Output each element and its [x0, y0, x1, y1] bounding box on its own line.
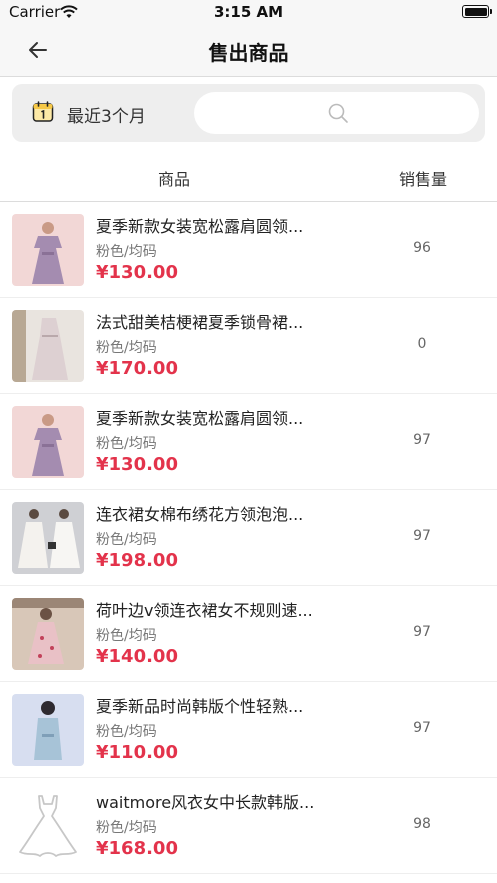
sales-count: 97 — [413, 624, 431, 640]
product-image — [12, 214, 84, 286]
product-title: 夏季新款女装宽松露肩圆领... — [96, 217, 304, 236]
product-price: ¥140.00 — [96, 646, 178, 667]
product-title: waitmore风衣女中长款韩版... — [96, 793, 315, 812]
product-price: ¥130.00 — [96, 262, 178, 283]
product-price: ¥130.00 — [96, 454, 178, 475]
product-list: 夏季新款女装宽松露肩圆领... 粉色/均码 ¥130.00 96 法式甜美桔梗裙… — [0, 202, 497, 874]
product-price: ¥168.00 — [96, 838, 178, 859]
list-item[interactable]: 夏季新品时尚韩版个性轻熟... 粉色/均码 ¥110.00 97 — [0, 682, 497, 778]
page-title: 售出商品 — [208, 41, 289, 65]
sales-count: 96 — [413, 240, 431, 256]
calendar-icon[interactable] — [32, 101, 54, 127]
product-spec: 粉色/均码 — [96, 436, 157, 452]
sales-count: 98 — [413, 816, 431, 832]
product-price: ¥198.00 — [96, 550, 178, 571]
column-header-goods: 商品 — [158, 170, 191, 189]
sales-count: 97 — [413, 432, 431, 448]
product-image — [12, 310, 84, 382]
product-price: ¥170.00 — [96, 358, 178, 379]
table-header: 商品 销售量 — [0, 152, 497, 202]
product-title: 夏季新款女装宽松露肩圆领... — [96, 409, 304, 428]
list-item[interactable]: 夏季新款女装宽松露肩圆领... 粉色/均码 ¥130.00 97 — [0, 394, 497, 490]
product-spec: 粉色/均码 — [96, 628, 157, 644]
product-title: 夏季新品时尚韩版个性轻熟... — [96, 697, 304, 716]
list-item[interactable]: 法式甜美桔梗裙夏季锁骨裙... 粉色/均码 ¥170.00 0 — [0, 298, 497, 394]
column-header-sales: 销售量 — [399, 170, 448, 189]
product-image — [12, 694, 84, 766]
product-price: ¥110.00 — [96, 742, 178, 763]
product-title: 法式甜美桔梗裙夏季锁骨裙... — [96, 313, 304, 332]
product-spec: 粉色/均码 — [96, 724, 157, 740]
product-image — [12, 598, 84, 670]
dress-placeholder-icon — [12, 790, 84, 862]
product-spec: 粉色/均码 — [96, 244, 157, 260]
battery-icon — [462, 5, 492, 18]
list-item[interactable]: waitmore风衣女中长款韩版... 粉色/均码 ¥168.00 98 — [0, 778, 497, 874]
product-title: 连衣裙女棉布绣花方领泡泡... — [96, 505, 304, 524]
sales-count: 0 — [417, 336, 427, 352]
clock: 3:15 AM — [213, 3, 284, 21]
list-item[interactable]: 荷叶边v领连衣裙女不规则速... 粉色/均码 ¥140.00 97 — [0, 586, 497, 682]
product-image — [12, 406, 84, 478]
status-bar: Carrier 3:15 AM — [0, 0, 497, 24]
sales-count: 97 — [413, 528, 431, 544]
product-image — [12, 502, 84, 574]
list-item[interactable]: 连衣裙女棉布绣花方领泡泡... 粉色/均码 ¥198.00 97 — [0, 490, 497, 586]
period-filter-label[interactable]: 最近3个月 — [67, 102, 146, 127]
nav-bar: 售出商品 — [0, 24, 497, 77]
search-icon — [327, 102, 349, 128]
product-spec: 粉色/均码 — [96, 820, 157, 836]
product-spec: 粉色/均码 — [96, 340, 157, 356]
filter-bar: 最近3个月 — [12, 84, 485, 142]
list-item[interactable]: 夏季新款女装宽松露肩圆领... 粉色/均码 ¥130.00 96 — [0, 202, 497, 298]
product-title: 荷叶边v领连衣裙女不规则速... — [96, 601, 313, 620]
search-input[interactable] — [194, 92, 479, 134]
product-spec: 粉色/均码 — [96, 532, 157, 548]
sales-count: 97 — [413, 720, 431, 736]
